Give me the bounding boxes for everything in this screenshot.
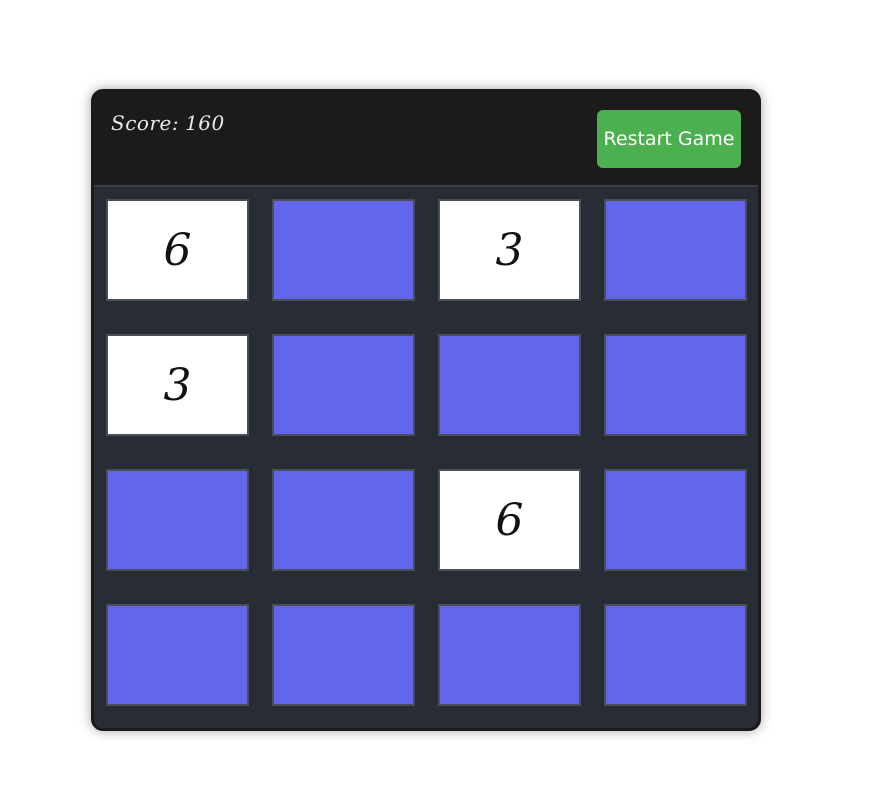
tile-r2-c4[interactable] (604, 334, 747, 436)
tile-r1-c4[interactable] (604, 199, 747, 301)
score-display: Score: 160 (111, 111, 225, 135)
score-value: 160 (185, 111, 225, 135)
score-label: Score: (111, 111, 180, 135)
tile-r3-c3[interactable]: 6 (438, 469, 581, 571)
tile-r2-c2[interactable] (272, 334, 415, 436)
tile-r2-c1[interactable]: 3 (106, 334, 249, 436)
tile-r4-c2[interactable] (272, 604, 415, 706)
tile-r1-c3[interactable]: 3 (438, 199, 581, 301)
tile-r1-c2[interactable] (272, 199, 415, 301)
game-board: 6 3 3 6 (106, 199, 747, 706)
tile-r3-c2[interactable] (272, 469, 415, 571)
tile-r2-c3[interactable] (438, 334, 581, 436)
tile-r3-c4[interactable] (604, 469, 747, 571)
tile-r1-c1[interactable]: 6 (106, 199, 249, 301)
game-header: Score: 160 Restart Game (94, 92, 758, 187)
restart-game-button[interactable]: Restart Game (597, 110, 741, 168)
game-container: Score: 160 Restart Game 6 3 3 6 (91, 89, 761, 731)
tile-r4-c4[interactable] (604, 604, 747, 706)
tile-r4-c1[interactable] (106, 604, 249, 706)
tile-r3-c1[interactable] (106, 469, 249, 571)
tile-r4-c3[interactable] (438, 604, 581, 706)
